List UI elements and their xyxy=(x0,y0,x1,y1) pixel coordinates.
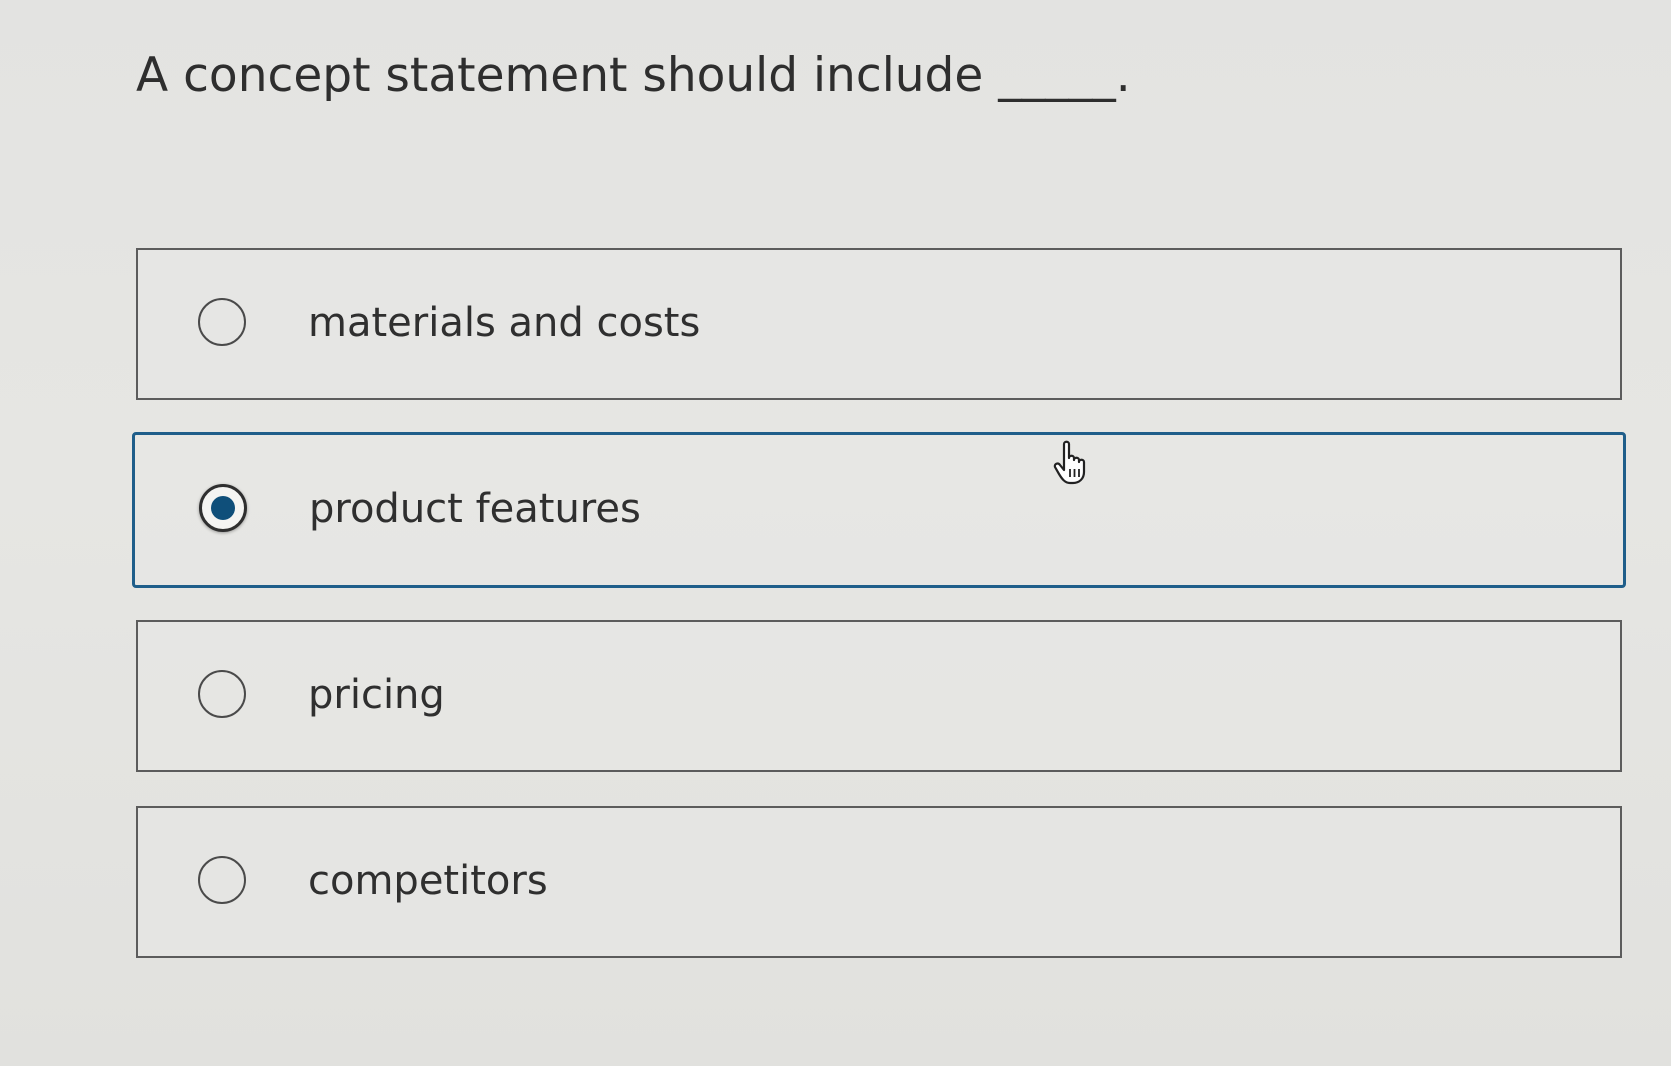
radio-button-icon[interactable] xyxy=(198,298,246,346)
radio-selected-dot xyxy=(211,496,235,520)
option-pricing[interactable]: pricing xyxy=(136,620,1622,772)
option-label: materials and costs xyxy=(308,300,701,346)
radio-button-icon[interactable] xyxy=(198,670,246,718)
hand-pointer-icon xyxy=(1053,440,1086,485)
radio-button-icon[interactable] xyxy=(198,856,246,904)
answer-options: materials and costs product features pri… xyxy=(132,248,1626,992)
option-materials-and-costs[interactable]: materials and costs xyxy=(136,248,1622,400)
option-label: pricing xyxy=(308,672,445,718)
question-text: A concept statement should include _____… xyxy=(136,48,1131,103)
option-product-features[interactable]: product features xyxy=(132,432,1626,588)
option-competitors[interactable]: competitors xyxy=(136,806,1622,958)
option-label: competitors xyxy=(308,858,548,904)
quiz-question-panel: A concept statement should include _____… xyxy=(0,0,1671,1066)
option-label: product features xyxy=(309,486,641,532)
radio-button-icon[interactable] xyxy=(199,484,247,532)
